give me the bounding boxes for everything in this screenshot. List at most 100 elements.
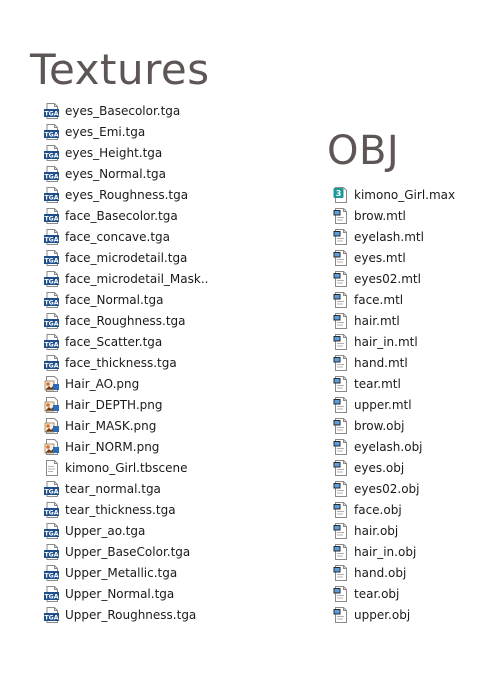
file-name: face.mtl bbox=[354, 292, 404, 307]
file-item[interactable]: TGA face_thickness.tga bbox=[44, 352, 208, 373]
file-item[interactable]: TGA eyes_Normal.tga bbox=[44, 163, 208, 184]
file-item[interactable]: Hair_NORM.png bbox=[44, 436, 208, 457]
svg-text:TGA: TGA bbox=[44, 509, 58, 516]
mtl-file-icon bbox=[333, 312, 349, 329]
file-item[interactable]: 3 kimono_Girl.max bbox=[333, 184, 455, 205]
file-item[interactable]: upper.obj bbox=[333, 604, 455, 625]
file-item[interactable]: TGA tear_normal.tga bbox=[44, 478, 208, 499]
mtl-file-icon bbox=[333, 228, 349, 245]
svg-text:TGA: TGA bbox=[44, 488, 58, 495]
svg-text:TGA: TGA bbox=[44, 299, 58, 306]
file-name: Upper_Metallic.tga bbox=[65, 565, 178, 580]
file-name: Hair_DEPTH.png bbox=[65, 397, 163, 412]
file-name: upper.mtl bbox=[354, 397, 412, 412]
file-item[interactable]: TGA face_Scatter.tga bbox=[44, 331, 208, 352]
svg-text:TGA: TGA bbox=[44, 194, 58, 201]
obj-file-icon bbox=[333, 459, 349, 476]
tga-file-icon: TGA bbox=[44, 606, 60, 623]
tga-file-icon: TGA bbox=[44, 165, 60, 182]
file-item[interactable]: eyes02.mtl bbox=[333, 268, 455, 289]
file-name: Hair_MASK.png bbox=[65, 418, 157, 433]
file-item[interactable]: hand.obj bbox=[333, 562, 455, 583]
mtl-file-icon bbox=[333, 249, 349, 266]
tga-file-icon: TGA bbox=[44, 501, 60, 518]
mtl-file-icon bbox=[333, 291, 349, 308]
file-item[interactable]: hair.mtl bbox=[333, 310, 455, 331]
textures-file-list: TGA eyes_Basecolor.tga TGA eyes_Emi.tga TGA e… bbox=[44, 100, 208, 625]
file-item[interactable]: tear.mtl bbox=[333, 373, 455, 394]
tga-file-icon: TGA bbox=[44, 186, 60, 203]
file-name: eyes_Emi.tga bbox=[65, 124, 146, 139]
png-file-icon bbox=[44, 438, 60, 455]
file-name: eyes02.mtl bbox=[354, 271, 421, 286]
file-item[interactable]: brow.obj bbox=[333, 415, 455, 436]
svg-text:TGA: TGA bbox=[44, 257, 58, 264]
file-item[interactable]: face.mtl bbox=[333, 289, 455, 310]
png-file-icon bbox=[44, 396, 60, 413]
file-item[interactable]: TGA Upper_ao.tga bbox=[44, 520, 208, 541]
file-name: eyes_Roughness.tga bbox=[65, 187, 189, 202]
svg-text:TGA: TGA bbox=[44, 320, 58, 327]
svg-text:TGA: TGA bbox=[44, 215, 58, 222]
file-name: face_microdetail.tga bbox=[65, 250, 188, 265]
obj-file-icon bbox=[333, 585, 349, 602]
svg-text:TGA: TGA bbox=[44, 593, 58, 600]
tga-file-icon: TGA bbox=[44, 585, 60, 602]
file-item[interactable]: kimono_Girl.tbscene bbox=[44, 457, 208, 478]
file-item[interactable]: TGA face_Normal.tga bbox=[44, 289, 208, 310]
obj-file-list: 3 kimono_Girl.max brow.mtl eyelash.mtl eyes.… bbox=[333, 184, 455, 625]
file-item[interactable]: TGA eyes_Height.tga bbox=[44, 142, 208, 163]
file-name: Upper_Normal.tga bbox=[65, 586, 175, 601]
file-item[interactable]: TGA eyes_Basecolor.tga bbox=[44, 100, 208, 121]
file-item[interactable]: TGA eyes_Emi.tga bbox=[44, 121, 208, 142]
file-item[interactable]: face.obj bbox=[333, 499, 455, 520]
file-item[interactable]: hair.obj bbox=[333, 520, 455, 541]
file-name: hair_in.mtl bbox=[354, 334, 418, 349]
tga-file-icon: TGA bbox=[44, 249, 60, 266]
file-item[interactable]: TGA eyes_Roughness.tga bbox=[44, 184, 208, 205]
mtl-file-icon bbox=[333, 333, 349, 350]
file-item[interactable]: TGA face_concave.tga bbox=[44, 226, 208, 247]
generic-file-icon bbox=[44, 459, 60, 476]
file-name: face.obj bbox=[354, 502, 402, 517]
tga-file-icon: TGA bbox=[44, 333, 60, 350]
file-item[interactable]: TGA face_Roughness.tga bbox=[44, 310, 208, 331]
file-item[interactable]: TGA Upper_Metallic.tga bbox=[44, 562, 208, 583]
file-item[interactable]: TGA face_Basecolor.tga bbox=[44, 205, 208, 226]
file-item[interactable]: eyelash.obj bbox=[333, 436, 455, 457]
obj-file-icon bbox=[333, 501, 349, 518]
file-item[interactable]: TGA Upper_Roughness.tga bbox=[44, 604, 208, 625]
file-item[interactable]: Hair_MASK.png bbox=[44, 415, 208, 436]
file-item[interactable]: TGA face_microdetail_Mask.. bbox=[44, 268, 208, 289]
file-item[interactable]: eyelash.mtl bbox=[333, 226, 455, 247]
file-name: hair.obj bbox=[354, 523, 399, 538]
file-name: eyelash.obj bbox=[354, 439, 423, 454]
file-item[interactable]: eyes02.obj bbox=[333, 478, 455, 499]
file-name: tear_normal.tga bbox=[65, 481, 161, 496]
file-item[interactable]: eyes.obj bbox=[333, 457, 455, 478]
file-item[interactable]: brow.mtl bbox=[333, 205, 455, 226]
file-item[interactable]: tear.obj bbox=[333, 583, 455, 604]
file-item[interactable]: upper.mtl bbox=[333, 394, 455, 415]
file-item[interactable]: TGA tear_thickness.tga bbox=[44, 499, 208, 520]
file-name: tear.mtl bbox=[354, 376, 401, 391]
obj-file-icon bbox=[333, 417, 349, 434]
file-name: eyes02.obj bbox=[354, 481, 420, 496]
tga-file-icon: TGA bbox=[44, 144, 60, 161]
file-item[interactable]: hand.mtl bbox=[333, 352, 455, 373]
file-item[interactable]: TGA Upper_BaseColor.tga bbox=[44, 541, 208, 562]
file-item[interactable]: eyes.mtl bbox=[333, 247, 455, 268]
file-name: kimono_Girl.max bbox=[354, 187, 456, 202]
file-item[interactable]: Hair_DEPTH.png bbox=[44, 394, 208, 415]
file-name: face_Scatter.tga bbox=[65, 334, 163, 349]
file-item[interactable]: hair_in.obj bbox=[333, 541, 455, 562]
file-item[interactable]: Hair_AO.png bbox=[44, 373, 208, 394]
file-name: eyes_Basecolor.tga bbox=[65, 103, 181, 118]
file-item[interactable]: hair_in.mtl bbox=[333, 331, 455, 352]
file-name: eyes_Normal.tga bbox=[65, 166, 167, 181]
file-item[interactable]: TGA Upper_Normal.tga bbox=[44, 583, 208, 604]
svg-text:TGA: TGA bbox=[44, 131, 58, 138]
file-name: hand.mtl bbox=[354, 355, 408, 370]
tga-file-icon: TGA bbox=[44, 480, 60, 497]
file-item[interactable]: TGA face_microdetail.tga bbox=[44, 247, 208, 268]
